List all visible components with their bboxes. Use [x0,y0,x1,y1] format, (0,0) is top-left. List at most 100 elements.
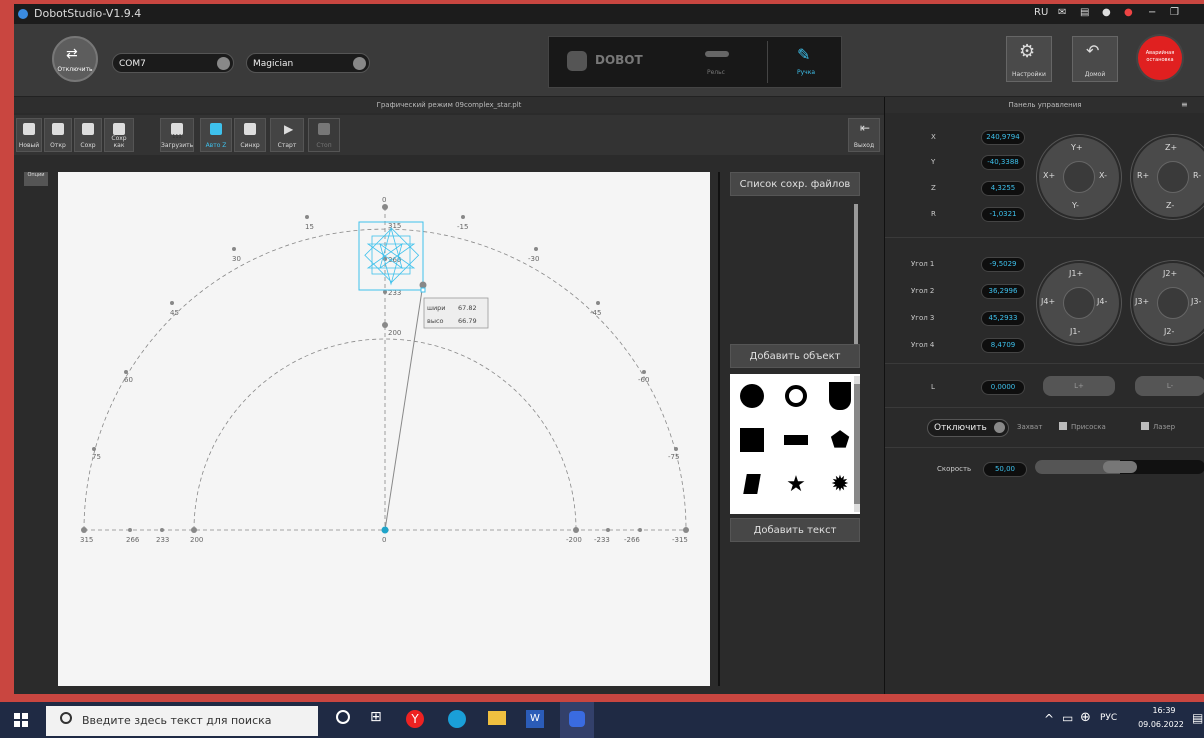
emergency-stop-button[interactable]: Аварийная остановка [1138,36,1182,80]
tick-label: 0 [382,196,386,204]
clock-date[interactable]: 09.06.2022 [1132,720,1190,729]
jog-j1-wheel[interactable]: J1+ J1- J4+ J4- [1037,261,1121,345]
options-button[interactable]: Опции [24,172,48,186]
auto-z-icon [210,123,222,135]
edge-browser-icon[interactable] [448,710,466,728]
parallelogram-shape-icon[interactable] [732,464,772,504]
rotate-handle[interactable] [419,281,427,289]
help-icon[interactable]: ● [1102,7,1111,18]
angle-1-value: -9,5029 [981,257,1025,272]
grip-label: Захват [1017,423,1043,431]
word-icon[interactable]: W [526,710,544,728]
open-button[interactable]: Откр [44,118,72,152]
task-view-icon[interactable]: ⊞ [370,709,382,725]
end-effector-select[interactable]: Отключить [927,419,1009,437]
jog-z-minus[interactable]: Z- [1166,201,1174,210]
coord-z-value: 4,3255 [981,181,1025,196]
resize-handle[interactable] [420,287,426,293]
jog-z-plus[interactable]: Z+ [1165,143,1177,152]
language-indicator[interactable]: RU [1034,7,1048,18]
jog-xy-wheel[interactable]: Y+ Y- X+ X- [1037,135,1121,219]
load-label: Загрузить [161,142,194,149]
app-logo-icon [18,9,28,19]
skin-icon[interactable]: ● [1124,7,1133,18]
taskbar-search-input[interactable]: Введите здесь текст для поиска [46,706,318,736]
dobotstudio-taskbar-button[interactable] [560,702,594,738]
saved-files-scrollbar[interactable] [854,204,858,344]
disconnect-button[interactable]: ⇄ Отключить [52,36,98,82]
jog-y-plus[interactable]: Y+ [1071,143,1083,152]
jog-zr-wheel[interactable]: Z+ Z- R+ R- [1131,135,1204,219]
auto-z-button[interactable]: Авто Z [200,118,232,152]
rectangle-shape-icon[interactable] [776,420,816,460]
jog-j4-minus[interactable]: J4- [1097,297,1107,306]
add-object-button[interactable]: Добавить объект [730,344,860,368]
exit-button[interactable]: ⇤ Выход [848,118,880,152]
jog-j2-plus[interactable]: J2+ [1163,269,1177,278]
jog-j3-plus[interactable]: J3+ [1135,297,1149,306]
envelope-icon[interactable]: ✉ [1058,7,1066,18]
input-language[interactable]: РУС [1100,713,1117,723]
jog-j4-plus[interactable]: J4+ [1041,297,1055,306]
save-button[interactable]: Сохр [74,118,102,152]
new-button[interactable]: Новый [16,118,42,152]
load-button[interactable]: 111 Загрузить [160,118,194,152]
port-select[interactable]: COM7 [112,53,234,73]
notification-icon[interactable]: ▤ [1192,711,1203,725]
restore-icon[interactable]: ❐ [1170,7,1179,18]
start-button[interactable]: ▶ Старт [270,118,304,152]
star-shape-icon[interactable]: ★ [776,464,816,504]
settings-button[interactable]: ⚙ Настройки [1006,36,1052,82]
stop-button[interactable]: Стоп [308,118,340,152]
network-globe-icon[interactable]: ⊕ [1080,710,1091,725]
sync-button[interactable]: Синхр [234,118,266,152]
workspace-svg[interactable]: 0 15 -15 30 -30 45 -45 60 -60 75 -75 315… [58,172,710,686]
app-window: DobotStudio-V1.9.4 RU ✉ ▤ ● ● − ❐ ⇄ Откл… [14,4,1204,694]
ring-shape-icon[interactable] [776,376,816,416]
saved-files-button[interactable]: Список сохр. файлов [730,172,860,196]
file-explorer-icon[interactable] [488,711,506,725]
cortana-icon[interactable] [336,710,350,724]
windows-start-icon[interactable] [14,713,28,727]
home-button[interactable]: ↶ Домой [1072,36,1118,82]
speed-slider[interactable] [1035,460,1204,474]
jog-j1-plus[interactable]: J1+ [1069,269,1083,278]
jog-x-minus[interactable]: X- [1099,171,1107,180]
jog-y-minus[interactable]: Y- [1072,201,1079,210]
yandex-browser-icon[interactable]: Y [406,710,424,728]
drawing-canvas[interactable]: 0 15 -15 30 -30 45 -45 60 -60 75 -75 315… [58,172,710,686]
laser-checkbox[interactable] [1141,422,1149,430]
rail-label: Рельс [707,69,725,76]
dimension-tooltip: шири 67.82 высо 66.79 [423,297,489,329]
jog-r-minus[interactable]: R- [1193,171,1201,180]
square-shape-icon[interactable] [732,420,772,460]
start-label: Старт [277,142,297,149]
jog-j1-minus[interactable]: J1- [1070,327,1080,336]
doc-icon[interactable]: ▤ [1080,7,1089,18]
jog-j2-minus[interactable]: J2- [1164,327,1174,336]
rail-button[interactable]: Рельс [691,43,741,83]
xy-axis-icon [1063,161,1095,193]
minimize-icon[interactable]: − [1148,7,1156,18]
clock-time[interactable]: 16:39 [1138,706,1190,715]
circle-shape-icon[interactable] [732,376,772,416]
jog-j3-minus[interactable]: J3- [1191,297,1201,306]
jog-r-plus[interactable]: R+ [1137,171,1149,180]
tray-chevron-up-icon[interactable]: ^ [1044,712,1054,726]
menu-icon[interactable]: ≡ [1181,100,1188,109]
add-text-button[interactable]: Добавить текст [730,518,860,542]
speed-slider-handle[interactable] [1103,461,1137,473]
pen-button[interactable]: ✎ Ручка [781,43,831,83]
save-as-button[interactable]: Сохр как [104,118,134,152]
tick-label: -266 [624,536,640,544]
window-title: DobotStudio-V1.9.4 [34,7,142,20]
battery-icon[interactable]: ▭ [1062,711,1073,725]
suction-checkbox[interactable] [1059,422,1067,430]
l-minus-button[interactable]: L- [1135,376,1204,396]
shape-palette-scrollbar[interactable] [854,376,860,512]
device-select[interactable]: Magician [246,53,370,73]
jog-x-plus[interactable]: X+ [1043,171,1055,180]
l-plus-button[interactable]: L+ [1043,376,1115,396]
jog-j2-wheel[interactable]: J2+ J2- J3+ J3- [1131,261,1204,345]
speed-value: 50,00 [983,462,1027,477]
